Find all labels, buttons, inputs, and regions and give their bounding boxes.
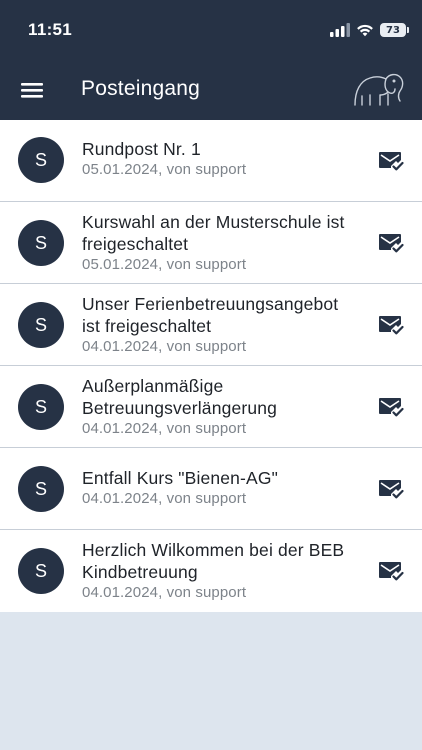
message-meta: 04.01.2024, von support xyxy=(82,338,247,355)
elephant-logo-icon xyxy=(354,73,404,106)
battery-icon: 73 xyxy=(380,23,409,37)
avatar: S xyxy=(18,466,64,512)
message-text: Entfall Kurs "Bienen-AG" 04.01.2024, von… xyxy=(82,467,358,509)
cellular-signal-icon xyxy=(330,23,350,37)
avatar: S xyxy=(18,220,64,266)
message-text: Rundpost Nr. 1 05.01.2024, von support xyxy=(82,138,358,180)
status-icons: 73 xyxy=(330,22,409,38)
mail-read-check-icon[interactable] xyxy=(378,150,404,172)
message-subject: Außerplanmäßige Betreuungsverlängerung xyxy=(82,376,277,418)
mail-read-check-icon[interactable] xyxy=(378,560,404,582)
message-meta: 04.01.2024, von support xyxy=(82,420,247,437)
message-subject: Herzlich Wilkommen bei der BEB Kindbetre… xyxy=(82,540,345,582)
message-meta: 04.01.2024, von support xyxy=(82,584,247,601)
mail-read-check-icon[interactable] xyxy=(378,314,404,336)
message-subject: Kurswahl an der Musterschule ist freiges… xyxy=(82,212,345,254)
menu-button[interactable] xyxy=(14,73,50,107)
avatar: S xyxy=(18,384,64,430)
status-time: 11:51 xyxy=(28,20,73,39)
message-item[interactable]: S Entfall Kurs "Bienen-AG" 04.01.2024, v… xyxy=(0,448,422,530)
app-bar: Posteingang xyxy=(0,60,422,120)
message-text: Kurswahl an der Musterschule ist freiges… xyxy=(82,211,358,275)
page-title: Posteingang xyxy=(81,77,200,100)
avatar: S xyxy=(18,302,64,348)
app-header: 11:51 73 Posteingang xyxy=(0,0,422,120)
message-list: S Rundpost Nr. 1 05.01.2024, von support… xyxy=(0,120,422,612)
message-subject: Unser Ferienbetreuungsangebot ist freige… xyxy=(82,294,339,336)
message-subject: Entfall Kurs "Bienen-AG" xyxy=(82,468,278,488)
message-text: Außerplanmäßige Betreuungsverlängerung 0… xyxy=(82,375,358,439)
message-subject: Rundpost Nr. 1 xyxy=(82,139,201,159)
message-item[interactable]: S Außerplanmäßige Betreuungsverlängerung… xyxy=(0,366,422,448)
mail-read-check-icon[interactable] xyxy=(378,232,404,254)
hamburger-menu-icon xyxy=(21,83,43,98)
battery-level: 73 xyxy=(386,24,400,36)
message-item[interactable]: S Herzlich Wilkommen bei der BEB Kindbet… xyxy=(0,530,422,612)
mail-read-check-icon[interactable] xyxy=(378,478,404,500)
status-bar: 11:51 73 xyxy=(0,0,422,60)
wifi-icon xyxy=(357,24,373,37)
message-meta: 04.01.2024, von support xyxy=(82,490,247,507)
message-text: Unser Ferienbetreuungsangebot ist freige… xyxy=(82,293,358,357)
message-item[interactable]: S Rundpost Nr. 1 05.01.2024, von support xyxy=(0,120,422,202)
message-item[interactable]: S Unser Ferienbetreuungsangebot ist frei… xyxy=(0,284,422,366)
avatar: S xyxy=(18,548,64,594)
mail-read-check-icon[interactable] xyxy=(378,396,404,418)
avatar: S xyxy=(18,137,64,183)
message-item[interactable]: S Kurswahl an der Musterschule ist freig… xyxy=(0,202,422,284)
message-meta: 05.01.2024, von support xyxy=(82,161,247,178)
message-text: Herzlich Wilkommen bei der BEB Kindbetre… xyxy=(82,539,358,603)
message-meta: 05.01.2024, von support xyxy=(82,256,247,273)
